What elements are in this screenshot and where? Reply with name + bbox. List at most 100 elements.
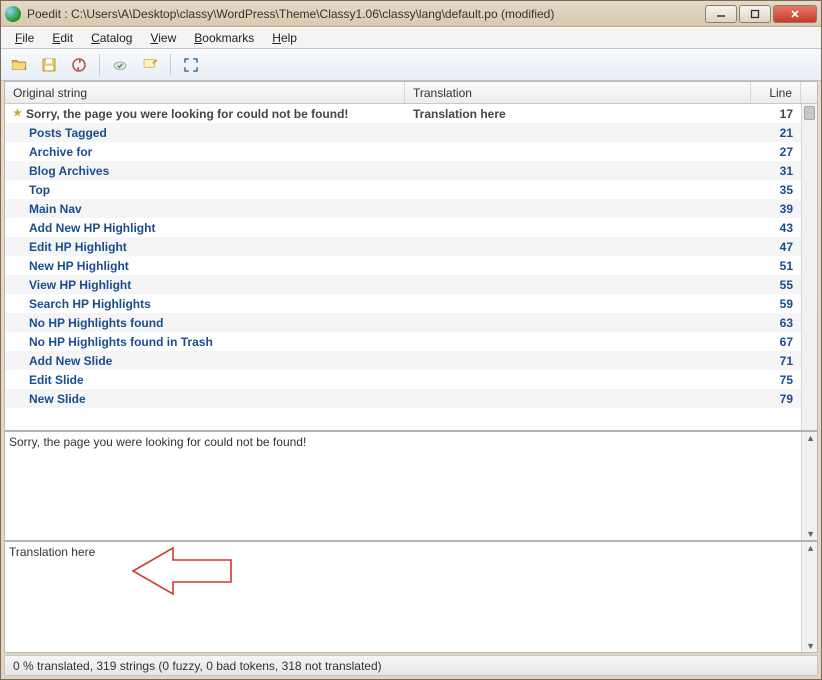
status-bar: 0 % translated, 319 strings (0 fuzzy, 0 … — [4, 655, 818, 676]
table-row[interactable]: Archive for 27 — [5, 142, 817, 161]
scroll-up-icon[interactable]: ▲ — [806, 433, 815, 443]
source-pane-scrollbar[interactable] — [801, 432, 817, 540]
cell-original-text: Edit Slide — [29, 373, 84, 387]
cell-line: 71 — [751, 354, 801, 368]
cell-line: 31 — [751, 164, 801, 178]
cell-original-text: Add New Slide — [29, 354, 112, 368]
cell-line: 51 — [751, 259, 801, 273]
cell-line: 47 — [751, 240, 801, 254]
window-title: Poedit : C:\Users\A\Desktop\classy\WordP… — [27, 7, 705, 21]
menu-file[interactable]: File — [7, 29, 42, 47]
column-line[interactable]: Line — [751, 82, 801, 103]
toolbar — [1, 49, 821, 81]
save-icon[interactable] — [37, 53, 61, 77]
column-scroll-spacer — [801, 82, 817, 103]
cell-original-text: Sorry, the page you were looking for cou… — [26, 107, 348, 121]
menu-bookmarks[interactable]: Bookmarks — [186, 29, 262, 47]
cell-line: 39 — [751, 202, 801, 216]
cell-original: ★ Sorry, the page you were looking for co… — [5, 107, 405, 121]
cell-original: View HP Highlight — [5, 278, 405, 292]
table-header: Original string Translation Line — [5, 82, 817, 104]
table-row[interactable]: No HP Highlights found in Trash67 — [5, 332, 817, 351]
table-row[interactable]: Edit Slide 75 — [5, 370, 817, 389]
table-row[interactable]: New Slide 79 — [5, 389, 817, 408]
toolbar-separator — [99, 54, 100, 76]
table-row[interactable]: New HP Highlight 51 — [5, 256, 817, 275]
menu-help[interactable]: Help — [264, 29, 305, 47]
cell-original: Edit Slide — [5, 373, 405, 387]
table-row[interactable]: No HP Highlights found 63 — [5, 313, 817, 332]
table-row[interactable]: View HP Highlight 55 — [5, 275, 817, 294]
sync-icon[interactable] — [67, 53, 91, 77]
cell-line: 63 — [751, 316, 801, 330]
cell-original: Blog Archives — [5, 164, 405, 178]
cell-line: 79 — [751, 392, 801, 406]
fullscreen-icon[interactable] — [179, 53, 203, 77]
table-row[interactable]: Posts Tagged 21 — [5, 123, 817, 142]
scroll-down-icon[interactable]: ▼ — [806, 641, 815, 651]
minimize-button[interactable] — [705, 5, 737, 23]
table-row[interactable]: Add New Slide 71 — [5, 351, 817, 370]
menu-view[interactable]: View — [142, 29, 184, 47]
cell-original-text: Posts Tagged — [29, 126, 107, 140]
cell-original-text: New HP Highlight — [29, 259, 129, 273]
content-area: Original string Translation Line ★ Sorry,… — [4, 81, 818, 653]
column-original[interactable]: Original string — [5, 82, 405, 103]
cell-original-text: Search HP Highlights — [29, 297, 151, 311]
cell-original: No HP Highlights found — [5, 316, 405, 330]
cell-original: Top — [5, 183, 405, 197]
cell-original-text: Add New HP Highlight — [29, 221, 155, 235]
cell-original: Posts Tagged — [5, 126, 405, 140]
cell-line: 17 — [751, 107, 801, 121]
cell-original: Add New Slide — [5, 354, 405, 368]
cell-original-text: Top — [29, 183, 50, 197]
cell-line: 67 — [751, 335, 801, 349]
cell-original-text: Edit HP Highlight — [29, 240, 127, 254]
cell-line: 21 — [751, 126, 801, 140]
column-translation[interactable]: Translation — [405, 82, 751, 103]
titlebar: Poedit : C:\Users\A\Desktop\classy\WordP… — [1, 1, 821, 27]
menubar: File Edit Catalog View Bookmarks Help — [1, 27, 821, 49]
status-text: 0 % translated, 319 strings (0 fuzzy, 0 … — [13, 659, 382, 673]
scroll-down-icon[interactable]: ▼ — [806, 529, 815, 539]
app-window: Poedit : C:\Users\A\Desktop\classy\WordP… — [1, 1, 821, 679]
cell-original: Add New HP Highlight — [5, 221, 405, 235]
vertical-scrollbar[interactable] — [801, 104, 817, 430]
maximize-button[interactable] — [739, 5, 771, 23]
cell-line: 43 — [751, 221, 801, 235]
scroll-up-icon[interactable]: ▲ — [806, 543, 815, 553]
translation-pane-scrollbar[interactable] — [801, 542, 817, 652]
table-row[interactable]: Main Nav 39 — [5, 199, 817, 218]
cloud-check-icon[interactable] — [108, 53, 132, 77]
window-controls — [705, 5, 817, 23]
cell-original-text: Main Nav — [29, 202, 82, 216]
cell-original: New HP Highlight — [5, 259, 405, 273]
translation-text[interactable]: Translation here — [9, 545, 95, 559]
cell-original-text: Blog Archives — [29, 164, 109, 178]
table-body[interactable]: ★ Sorry, the page you were looking for co… — [5, 104, 817, 430]
table-row[interactable]: Top35 — [5, 180, 817, 199]
annotation-arrow — [123, 536, 243, 609]
open-folder-icon[interactable] — [7, 53, 31, 77]
comment-edit-icon[interactable] — [138, 53, 162, 77]
table-row[interactable]: Blog Archives 31 — [5, 161, 817, 180]
cell-line: 55 — [751, 278, 801, 292]
table-row[interactable]: Add New HP Highlight 43 — [5, 218, 817, 237]
star-icon: ★ — [13, 108, 22, 119]
menu-catalog[interactable]: Catalog — [83, 29, 140, 47]
close-button[interactable] — [773, 5, 817, 23]
scrollbar-thumb[interactable] — [804, 106, 815, 120]
table-row[interactable]: Search HP Highlights59 — [5, 294, 817, 313]
toolbar-separator — [170, 54, 171, 76]
cell-line: 75 — [751, 373, 801, 387]
cell-line: 27 — [751, 145, 801, 159]
table-row[interactable]: Edit HP Highlight 47 — [5, 237, 817, 256]
app-icon — [5, 6, 21, 22]
table-row[interactable]: ★ Sorry, the page you were looking for co… — [5, 104, 817, 123]
cell-original: New Slide — [5, 392, 405, 406]
cell-original-text: Archive for — [29, 145, 92, 159]
translation-text-pane[interactable]: Translation here ▲ ▼ — [5, 540, 817, 652]
cell-original-text: No HP Highlights found — [29, 316, 163, 330]
menu-edit[interactable]: Edit — [44, 29, 81, 47]
cell-original: Main Nav — [5, 202, 405, 216]
